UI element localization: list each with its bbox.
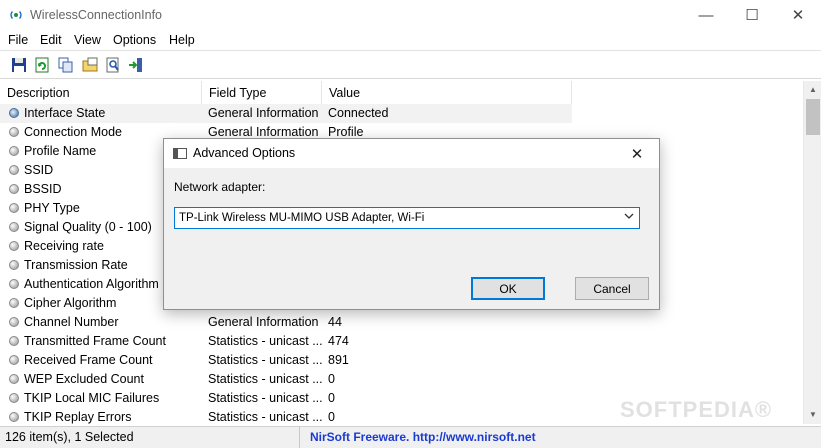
chevron-down-icon[interactable] [624, 211, 634, 224]
dialog-title-bar: Advanced Options ✕ [164, 139, 659, 168]
column-description[interactable]: Description [0, 81, 202, 104]
cancel-button[interactable]: Cancel [575, 277, 649, 300]
window-title: WirelessConnectionInfo [30, 8, 163, 22]
network-adapter-label: Network adapter: [174, 180, 266, 194]
item-dot-icon [9, 146, 19, 156]
close-button[interactable]: ✕ [775, 0, 821, 30]
item-dot-icon [9, 355, 19, 365]
item-dot-icon [9, 393, 19, 403]
item-dot-icon [9, 241, 19, 251]
network-adapter-value: TP-Link Wireless MU-MIMO USB Adapter, Wi… [179, 212, 425, 224]
dialog-window-icon [173, 148, 187, 159]
item-dot-icon [9, 165, 19, 175]
status-bar: 126 item(s), 1 Selected NirSoft Freeware… [0, 426, 821, 448]
menu-help[interactable]: Help [169, 33, 195, 47]
item-dot-icon [9, 317, 19, 327]
item-dot-icon [9, 298, 19, 308]
dialog-close-button[interactable]: ✕ [619, 139, 655, 168]
table-row[interactable]: Interface State General Information Connec… [0, 104, 803, 123]
vertical-scrollbar[interactable]: ▲ ▼ [803, 81, 821, 424]
softpedia-watermark: SOFTPEDIA® [620, 397, 773, 422]
menu-options[interactable]: Options [113, 33, 156, 47]
copy-icon[interactable] [56, 55, 76, 75]
exit-icon[interactable] [126, 55, 146, 75]
item-dot-icon [9, 374, 19, 384]
column-field-type[interactable]: Field Type [202, 81, 322, 104]
item-dot-icon [9, 184, 19, 194]
refresh-icon[interactable] [32, 55, 52, 75]
maximize-button[interactable]: ☐ [729, 0, 775, 30]
item-dot-icon [9, 336, 19, 346]
item-dot-icon [9, 127, 19, 137]
dialog-title: Advanced Options [193, 146, 296, 160]
globe-icon [9, 108, 19, 118]
menu-file[interactable]: File [8, 33, 28, 47]
title-bar: WirelessConnectionInfo — ☐ ✕ [0, 0, 821, 30]
menu-bar: File Edit View Options Help [0, 30, 821, 51]
table-row[interactable]: Received Frame Count Statistics - unicast… [0, 351, 803, 370]
item-dot-icon [9, 260, 19, 270]
advanced-options-dialog: Advanced Options ✕ Network adapter: TP-L… [163, 138, 660, 310]
item-count-status: 126 item(s), 1 Selected [0, 427, 300, 448]
table-row[interactable]: Channel Number General Information 44 [0, 313, 803, 332]
column-value[interactable]: Value [322, 81, 572, 104]
network-adapter-select[interactable]: TP-Link Wireless MU-MIMO USB Adapter, Wi… [174, 207, 640, 229]
menu-edit[interactable]: Edit [40, 33, 62, 47]
list-header: Description Field Type Value [0, 81, 572, 104]
scrollbar-thumb[interactable] [806, 99, 820, 135]
item-dot-icon [9, 412, 19, 422]
scroll-up-arrow-icon[interactable]: ▲ [804, 81, 821, 99]
item-dot-icon [9, 222, 19, 232]
item-dot-icon [9, 279, 19, 289]
nirsoft-link[interactable]: NirSoft Freeware. http://www.nirsoft.net [310, 430, 536, 444]
find-icon[interactable] [103, 55, 123, 75]
minimize-button[interactable]: — [683, 0, 729, 30]
wireless-app-icon [10, 11, 22, 19]
properties-icon[interactable] [80, 55, 100, 75]
toolbar [0, 51, 821, 79]
save-icon[interactable] [9, 55, 29, 75]
table-row[interactable]: Transmitted Frame Count Statistics - unic… [0, 332, 803, 351]
table-row[interactable]: WEP Excluded Count Statistics - unicast .… [0, 370, 803, 389]
menu-view[interactable]: View [74, 33, 101, 47]
item-dot-icon [9, 203, 19, 213]
scroll-down-arrow-icon[interactable]: ▼ [804, 406, 821, 424]
ok-button[interactable]: OK [471, 277, 545, 300]
